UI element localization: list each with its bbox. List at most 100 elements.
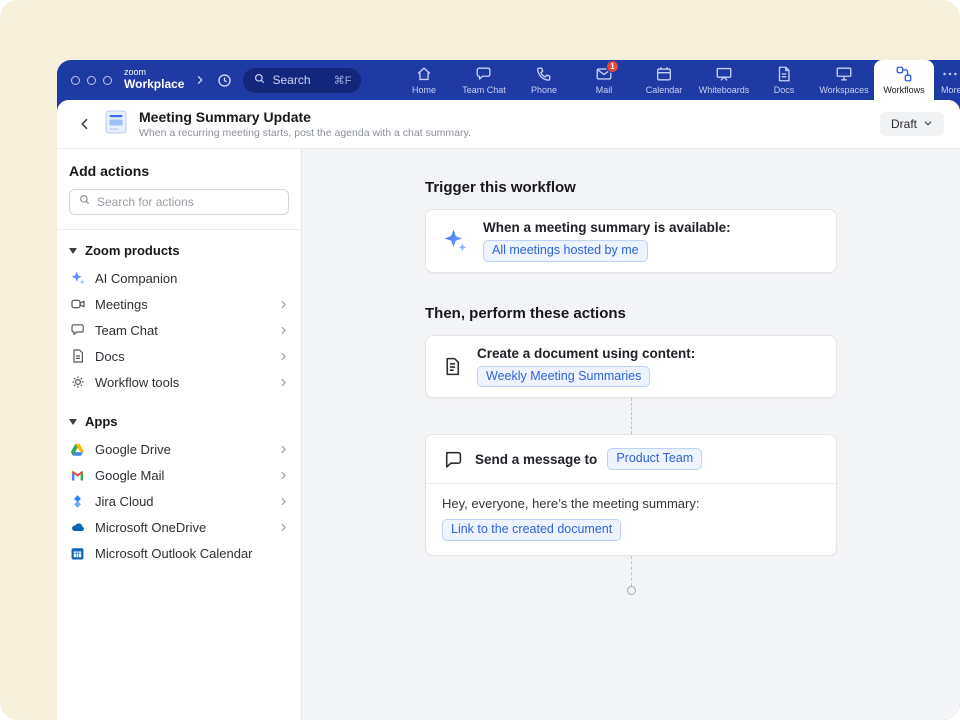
nav-item-mail[interactable]: 1 Mail <box>574 60 634 100</box>
sidebar-item-meetings[interactable]: Meetings <box>57 291 301 317</box>
team-chat-icon <box>69 322 86 339</box>
window-control-dot[interactable] <box>87 76 96 85</box>
trigger-text: When a meeting summary is available: <box>483 220 731 235</box>
sidebar-item-ai-companion[interactable]: AI Companion <box>57 265 301 291</box>
status-badge: Draft <box>891 117 917 131</box>
window-control-dot[interactable] <box>71 76 80 85</box>
sidebar-item-jira-cloud[interactable]: Jira Cloud <box>57 488 301 514</box>
nav-item-whiteboards[interactable]: Whiteboards <box>694 60 754 100</box>
send-message-card[interactable]: Send a message to Product Team Hey, ever… <box>425 434 837 555</box>
chevron-right-icon <box>278 377 289 388</box>
workflows-icon <box>895 65 913 83</box>
sidebar-item-docs[interactable]: Docs <box>57 343 301 369</box>
document-link-tag[interactable]: Link to the created document <box>442 519 621 541</box>
document-icon <box>442 356 463 377</box>
search-shortcut: ⌘F <box>334 74 352 87</box>
page-subtitle: When a recurring meeting starts, post th… <box>139 127 471 139</box>
send-message-text: Send a message to <box>475 452 597 467</box>
nav-item-more[interactable]: More <box>934 60 960 100</box>
calendar-icon <box>655 65 673 83</box>
search-input[interactable] <box>97 195 280 209</box>
nav-item-team-chat[interactable]: Team Chat <box>454 60 514 100</box>
nav-item-phone[interactable]: Phone <box>514 60 574 100</box>
phone-icon <box>535 65 553 83</box>
workflow-connector-end <box>425 556 837 586</box>
primary-navigation: Home Team Chat Phone 1 Mail Calend <box>394 60 960 100</box>
workflow-doc-icon <box>103 109 129 140</box>
trigger-card[interactable]: When a meeting summary is available: All… <box>425 209 837 273</box>
trigger-heading: Trigger this workflow <box>425 179 960 196</box>
sidebar-item-google-drive[interactable]: Google Drive <box>57 436 301 462</box>
ai-sparkle-icon <box>442 227 469 254</box>
chevron-right-icon <box>278 496 289 507</box>
message-body-text: Hey, everyone, here’s the meeting summar… <box>442 496 820 511</box>
zoom-workplace-logo: zoom Workplace <box>124 68 184 91</box>
workflow-canvas: Trigger this workflow When a meeting sum… <box>302 149 960 720</box>
nav-item-workflows[interactable]: Workflows <box>874 60 934 100</box>
sidebar-item-microsoft-onedrive[interactable]: Microsoft OneDrive <box>57 514 301 540</box>
caret-down-icon <box>69 419 77 425</box>
sidebar-divider <box>57 229 301 230</box>
chevron-right-icon <box>278 470 289 481</box>
caret-down-icon <box>69 248 77 254</box>
top-navbar: zoom Workplace Search ⌘F <box>57 60 960 100</box>
workspaces-icon <box>835 65 853 83</box>
sidebar-heading: Add actions <box>57 163 301 179</box>
workflow-editor: Meeting Summary Update When a recurring … <box>57 100 960 720</box>
section-zoom-products[interactable]: Zoom products <box>57 234 301 265</box>
sidebar-item-team-chat[interactable]: Team Chat <box>57 317 301 343</box>
ai-companion-icon <box>69 270 86 287</box>
actions-sidebar: Add actions Zoom products <box>57 149 302 720</box>
meetings-icon <box>69 296 86 313</box>
page-title: Meeting Summary Update <box>139 109 471 126</box>
window-control-dot[interactable] <box>103 76 112 85</box>
google-mail-icon <box>69 467 86 484</box>
nav-item-home[interactable]: Home <box>394 60 454 100</box>
whiteboards-icon <box>715 65 733 83</box>
workflow-end-node <box>627 586 636 595</box>
workflow-header: Meeting Summary Update When a recurring … <box>57 100 960 148</box>
actions-heading: Then, perform these actions <box>425 305 960 322</box>
search-icon <box>78 193 91 211</box>
chevron-right-icon <box>278 522 289 533</box>
sidebar-item-workflow-tools[interactable]: Workflow tools <box>57 369 301 395</box>
window-controls[interactable] <box>71 76 112 85</box>
document-content-tag[interactable]: Weekly Meeting Summaries <box>477 366 650 388</box>
actions-search-box[interactable] <box>69 189 289 215</box>
nav-item-workspaces[interactable]: Workspaces <box>814 60 874 100</box>
desktop-background: zoom Workplace Search ⌘F <box>0 0 960 720</box>
chevron-right-icon <box>278 325 289 336</box>
chevron-right-icon <box>278 444 289 455</box>
home-icon <box>415 65 433 83</box>
chevron-down-icon <box>923 117 933 131</box>
create-document-text: Create a document using content: <box>477 346 695 361</box>
more-icon <box>941 65 959 83</box>
back-button[interactable] <box>77 116 93 132</box>
create-document-card[interactable]: Create a document using content: Weekly … <box>425 335 837 399</box>
navbar-search-label: Search <box>272 73 310 87</box>
nav-item-calendar[interactable]: Calendar <box>634 60 694 100</box>
team-chat-icon <box>475 65 493 83</box>
chat-bubble-icon <box>442 449 463 470</box>
mail-badge: 1 <box>606 60 619 73</box>
chevron-right-icon <box>278 299 289 310</box>
docs-icon <box>69 348 86 365</box>
workflow-connector <box>425 398 837 434</box>
recipient-tag[interactable]: Product Team <box>607 448 702 470</box>
google-drive-icon <box>69 441 86 458</box>
navbar-search[interactable]: Search ⌘F <box>243 68 361 93</box>
history-icon[interactable] <box>216 72 233 89</box>
docs-icon <box>775 65 793 83</box>
search-icon <box>253 72 266 88</box>
sidebar-item-google-mail[interactable]: Google Mail <box>57 462 301 488</box>
sidebar-item-microsoft-outlook-calendar[interactable]: Microsoft Outlook Calendar <box>57 540 301 566</box>
gear-icon <box>69 374 86 391</box>
trigger-scope-tag[interactable]: All meetings hosted by me <box>483 240 648 262</box>
onedrive-icon <box>69 519 86 536</box>
status-dropdown[interactable]: Draft <box>880 112 944 136</box>
outlook-calendar-icon <box>69 545 86 562</box>
section-apps[interactable]: Apps <box>57 405 301 436</box>
nav-item-docs[interactable]: Docs <box>754 60 814 100</box>
forward-chevron-icon[interactable] <box>194 74 206 86</box>
app-window: zoom Workplace Search ⌘F <box>57 60 960 720</box>
